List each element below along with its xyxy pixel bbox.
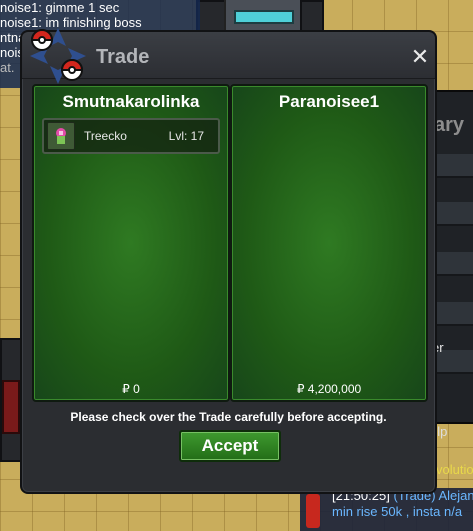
trade-window: Trade ✕ Smutnakarolinka Treecko Lvl: 17 …: [20, 28, 437, 494]
trade-money-offer: ₽ 0: [122, 382, 140, 396]
chat-log-bottom: [21:50:25] (Trade) Alejan min rise 50k ,…: [300, 488, 473, 531]
trade-item-level: Lvl: 17: [168, 129, 204, 143]
chat-red-marker: [306, 494, 320, 528]
trade-player-name: Smutnakarolinka: [62, 92, 200, 111]
background-window-title: ary: [434, 114, 465, 136]
trade-panel-self: Smutnakarolinka Treecko Lvl: 17 ₽ 0: [32, 84, 230, 402]
pokeball-trade-logo-icon: [30, 28, 86, 84]
treecko-sprite-icon: [47, 122, 75, 150]
close-icon: ✕: [410, 44, 430, 69]
map-wall-block: [300, 0, 324, 32]
chat-message: min rise 50k , insta n/a: [332, 504, 463, 519]
trade-money-offer: ₽ 4,200,000: [296, 382, 362, 396]
trade-panel-partner: Paranoisee1 ₽ 4,200,000: [230, 84, 428, 402]
map-red-pipe: [2, 380, 20, 434]
trade-window-title: Trade: [96, 46, 150, 68]
trade-warning-text: Please check over the Trade carefully be…: [70, 410, 387, 424]
background-evolution-text: volution: [436, 462, 473, 477]
trade-player-name: Paranoisee1: [278, 92, 380, 111]
chat-line: noise1: gimme 1 sec: [0, 0, 120, 15]
trade-item-slot[interactable]: Treecko Lvl: 17: [42, 118, 220, 154]
accept-button[interactable]: Accept: [179, 430, 281, 462]
close-button[interactable]: ✕: [409, 46, 431, 68]
trade-item-name: Treecko: [84, 129, 127, 143]
